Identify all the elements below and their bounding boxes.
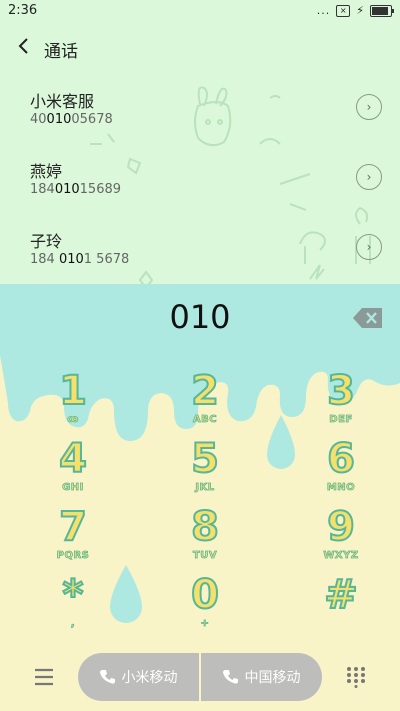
dialed-number: 010	[169, 298, 231, 336]
contact-suggestions: 小米客服 4001005678 › 燕婷 18401015689 › 子玲 18…	[0, 72, 400, 284]
key-2[interactable]: 2 ABC	[150, 367, 260, 436]
contact-number: 184 0101 5678	[30, 252, 130, 267]
key-1[interactable]: 1ꝏ	[18, 367, 128, 436]
no-sim-icon: ×	[336, 4, 351, 17]
phone-sim1-icon	[99, 670, 115, 684]
phone-sim2-icon	[222, 670, 238, 684]
key-star[interactable]: *,	[18, 571, 128, 640]
page-title: 通话	[44, 42, 78, 62]
key-4[interactable]: 4 GHI	[18, 435, 128, 504]
contact-detail-button[interactable]: ›	[356, 234, 382, 260]
dialpad-icon[interactable]	[346, 666, 366, 688]
key-8[interactable]: 8 TUV	[150, 503, 260, 572]
contact-row[interactable]: 小米客服 4001005678 ›	[0, 72, 400, 142]
key-0[interactable]: 0 +	[150, 571, 260, 640]
key-6[interactable]: 6 MNO	[286, 435, 396, 504]
header: 通话	[0, 24, 400, 72]
contact-name: 子玲	[30, 232, 63, 251]
call-sim1-label: 小米移动	[121, 670, 178, 686]
menu-icon[interactable]	[32, 667, 56, 687]
battery-icon	[370, 4, 394, 17]
chevron-left-icon[interactable]	[14, 36, 34, 56]
charging-icon: ⚡	[356, 4, 364, 17]
dial-display: 010	[0, 284, 400, 356]
key-hash[interactable]: #	[286, 571, 396, 640]
contact-detail-button[interactable]: ›	[356, 94, 382, 120]
call-button-sim1[interactable]: 小米移动	[78, 653, 199, 701]
key-7[interactable]: 7 PQRS	[18, 503, 128, 572]
bottom-bar: 小米移动 中国移动	[0, 644, 400, 711]
contact-row[interactable]: 子玲 184 0101 5678 ›	[0, 212, 400, 282]
contact-number: 18401015689	[30, 182, 122, 197]
contact-name: 小米客服	[30, 92, 95, 111]
call-buttons: 小米移动 中国移动	[78, 653, 322, 701]
contact-name: 燕婷	[30, 162, 63, 181]
key-5[interactable]: 5 JKL	[150, 435, 260, 504]
key-9[interactable]: 9 WXYZ	[286, 503, 396, 572]
contact-number: 4001005678	[30, 112, 113, 127]
backspace-icon[interactable]	[352, 306, 384, 330]
call-sim2-label: 中国移动	[244, 670, 301, 686]
notification-dots-icon: ...	[316, 4, 331, 17]
status-icons: ... × ⚡	[316, 4, 394, 17]
contact-detail-button[interactable]: ›	[356, 164, 382, 190]
dial-keypad: 1ꝏ 2 ABC 3 DEF 4 GHI 5 JKL 6 MNO 7 PQRS 8 TUV 9…	[0, 362, 400, 644]
contact-row[interactable]: 燕婷 18401015689 ›	[0, 142, 400, 212]
key-3[interactable]: 3 DEF	[286, 367, 396, 436]
status-time: 2:36	[8, 3, 38, 18]
call-button-sim2[interactable]: 中国移动	[201, 653, 322, 701]
status-bar: 2:36 ... × ⚡	[0, 0, 400, 24]
